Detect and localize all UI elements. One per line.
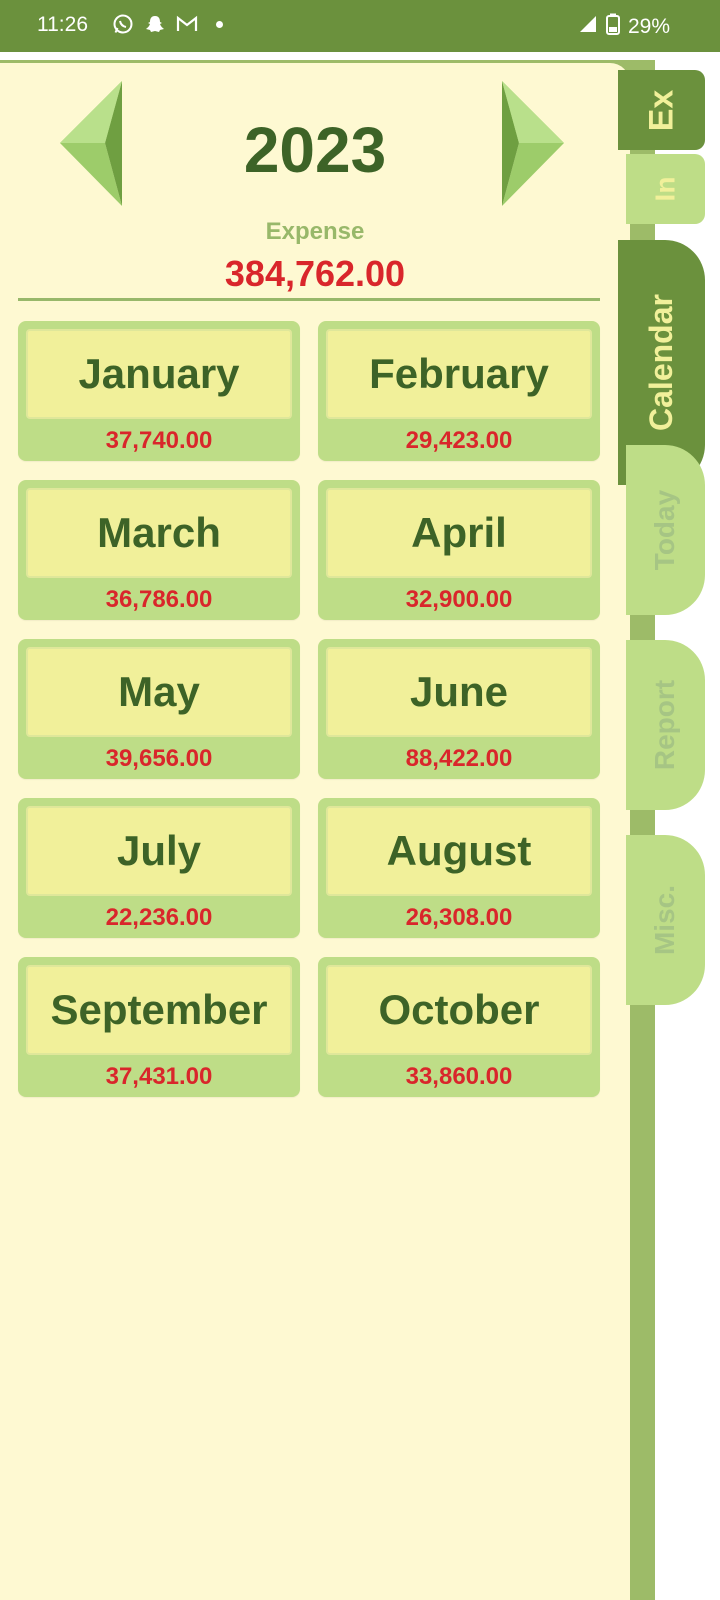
signal-icon (578, 14, 598, 40)
calendar-page: 2023 Expense 384,762.00 January 37,740.0… (0, 63, 630, 1600)
status-bar: 11:26 29% (0, 0, 720, 52)
status-time: 11:26 (37, 13, 88, 36)
notification-dot (208, 13, 230, 35)
battery-icon (605, 13, 620, 41)
month-amount: 33,860.00 (405, 1063, 513, 1090)
month-amount: 22,236.00 (105, 904, 213, 931)
tab-expense[interactable]: Ex (618, 70, 705, 150)
next-year-arrow-icon[interactable] (494, 81, 564, 206)
expense-total: 384,762.00 (224, 253, 406, 294)
month-amount: 37,431.00 (105, 1063, 213, 1090)
year-selector: 2023 (0, 78, 630, 208)
side-tabs: Ex In Calendar Today Report Misc. (618, 60, 720, 1600)
month-name: October (378, 986, 540, 1033)
month-name: February (369, 350, 549, 397)
month-card-june[interactable]: June 88,422.00 (318, 639, 600, 779)
battery-percent: 29% (627, 15, 670, 38)
tab-today[interactable]: Today (626, 445, 705, 615)
month-amount: 88,422.00 (405, 745, 513, 772)
month-card-october[interactable]: October 33,860.00 (318, 957, 600, 1097)
month-amount: 32,900.00 (405, 586, 513, 613)
month-name: September (50, 986, 268, 1033)
tab-today-label: Today (649, 489, 681, 571)
month-card-august[interactable]: August 26,308.00 (318, 798, 600, 938)
tab-income-label: In (649, 176, 681, 202)
tab-report[interactable]: Report (626, 640, 705, 810)
month-amount: 26,308.00 (405, 904, 513, 931)
month-name: May (118, 668, 200, 715)
month-card-april[interactable]: April 32,900.00 (318, 480, 600, 620)
tab-report-label: Report (649, 679, 681, 771)
month-card-july[interactable]: July 22,236.00 (18, 798, 300, 938)
month-card-march[interactable]: March 36,786.00 (18, 480, 300, 620)
month-name: June (409, 668, 509, 715)
whatsapp-icon (112, 13, 134, 35)
tab-income[interactable]: In (626, 154, 705, 224)
month-name: April (411, 509, 507, 556)
divider (18, 298, 600, 301)
gmail-icon (176, 13, 198, 35)
month-amount: 37,740.00 (105, 427, 213, 454)
tab-misc[interactable]: Misc. (626, 835, 705, 1005)
month-card-september[interactable]: September 37,431.00 (18, 957, 300, 1097)
month-card-february[interactable]: February 29,423.00 (318, 321, 600, 461)
month-amount: 29,423.00 (405, 427, 513, 454)
month-amount: 36,786.00 (105, 586, 213, 613)
month-amount: 39,656.00 (105, 745, 213, 772)
expense-label: Expense (265, 218, 365, 245)
snapchat-icon (144, 13, 166, 35)
tab-expense-label: Ex (642, 89, 680, 131)
month-name: January (78, 350, 240, 397)
tab-misc-label: Misc. (649, 884, 681, 956)
month-card-january[interactable]: January 37,740.00 (18, 321, 300, 461)
month-name: August (386, 827, 532, 874)
tab-calendar-label: Calendar (643, 294, 679, 431)
month-name: March (97, 509, 221, 556)
month-name: July (116, 827, 202, 874)
month-card-may[interactable]: May 39,656.00 (18, 639, 300, 779)
